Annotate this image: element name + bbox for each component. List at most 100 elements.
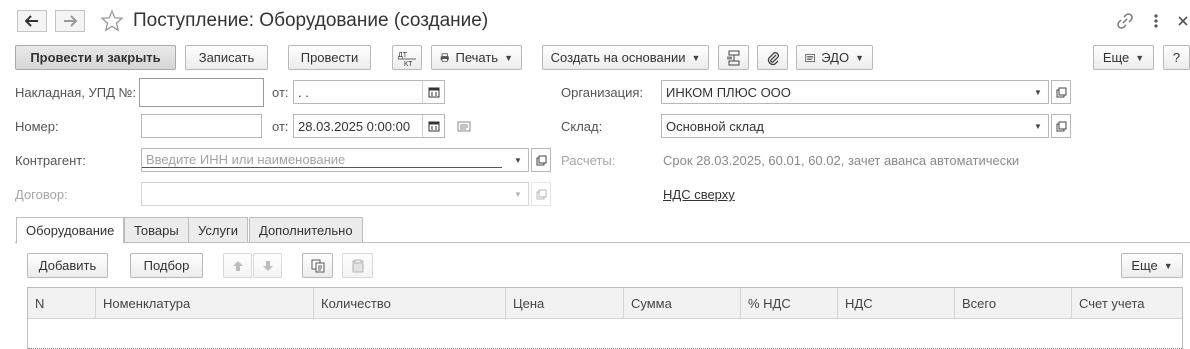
column-header-account[interactable]: Счет учета (1071, 288, 1183, 319)
attach-button[interactable] (757, 45, 788, 70)
column-header-vat[interactable]: НДС (837, 288, 954, 319)
post-and-close-button[interactable]: Провести и закрыть (15, 45, 176, 70)
organization-label: Организация: (561, 85, 644, 100)
comment-lines-icon[interactable] (456, 119, 472, 133)
open-in-window-icon (1056, 121, 1066, 131)
help-label: ? (1172, 50, 1181, 65)
edo-label: ЭДО (821, 50, 850, 65)
tab-services[interactable]: Услуги (188, 217, 248, 243)
open-in-window-icon (536, 155, 546, 165)
create-based-on-button[interactable]: Создать на основании ▼ (542, 45, 709, 70)
document-date-field[interactable]: 28.03.2025 0:00:00 (293, 114, 445, 138)
svg-text:ДТ: ДТ (398, 52, 408, 59)
invoice-date-label: от: (272, 85, 289, 100)
open-warehouse-button[interactable] (1051, 114, 1071, 138)
open-in-window-icon (1056, 87, 1066, 97)
contract-field[interactable]: ▼ (141, 182, 529, 206)
invoice-number-field[interactable] (139, 78, 264, 107)
save-label: Записать (198, 50, 255, 65)
add-row-button[interactable]: Добавить (27, 253, 108, 278)
help-button[interactable]: ? (1163, 45, 1190, 70)
copy-row-button[interactable] (302, 253, 333, 278)
counterparty-field[interactable]: Введите ИНН или наименование ▼ (141, 148, 529, 172)
edo-button[interactable]: ЭДО ▼ (796, 45, 873, 70)
move-up-button[interactable] (223, 253, 252, 278)
tab-additional[interactable]: Дополнительно (249, 217, 363, 243)
column-header-n[interactable]: N (28, 288, 95, 319)
settlements-label: Расчеты: (561, 153, 616, 168)
tab-services-label: Услуги (198, 222, 238, 238)
caret-down-icon: ▼ (1135, 52, 1145, 63)
svg-text:КТ: КТ (404, 61, 413, 67)
vat-on-top-link[interactable]: НДС сверху (663, 187, 735, 202)
table-header: N Номенклатура Количество Цена Сумма % Н… (28, 288, 1182, 319)
warehouse-value: Основной склад (666, 118, 764, 134)
create-based-on-label: Создать на основании (550, 50, 686, 65)
column-header-nomenclature[interactable]: Номенклатура (95, 288, 313, 319)
organization-field[interactable]: ИНКОМ ПЛЮС ООО ▼ (661, 80, 1049, 104)
post-label: Провести (300, 50, 359, 65)
open-counterparty-button[interactable] (531, 148, 551, 172)
counterparty-label: Контрагент: (15, 153, 86, 168)
tab-goods[interactable]: Товары (124, 217, 189, 243)
tab-equipment[interactable]: Оборудование (16, 217, 125, 244)
invoice-date-value: . . (298, 84, 309, 100)
favorite-star-icon[interactable] (100, 9, 124, 33)
column-header-quantity[interactable]: Количество (313, 288, 505, 319)
warehouse-field[interactable]: Основной склад ▼ (661, 114, 1049, 138)
page-title: Поступление: Оборудование (создание) (133, 10, 489, 31)
save-button[interactable]: Записать (185, 45, 268, 70)
tab-additional-label: Дополнительно (259, 222, 353, 238)
print-button[interactable]: Печать ▼ (431, 45, 522, 70)
dt-kt-icon: ДТ КТ (398, 52, 416, 67)
more-label: Еще (1102, 50, 1130, 65)
post-button[interactable]: Провести (288, 45, 371, 70)
printer-icon (440, 53, 449, 62)
document-structure-icon (726, 50, 739, 65)
chevron-down-icon[interactable]: ▼ (1028, 115, 1048, 137)
caret-down-icon: ▼ (855, 52, 864, 63)
open-contract-button[interactable] (531, 182, 551, 206)
column-header-vat-rate[interactable]: % НДС (740, 288, 837, 319)
link-icon[interactable] (1116, 12, 1134, 30)
post-and-close-label: Провести и закрыть (30, 50, 161, 65)
add-row-label: Добавить (38, 258, 97, 273)
structure-button[interactable] (718, 45, 749, 70)
more-button[interactable]: Еще ▼ (1093, 45, 1154, 70)
paste-row-button[interactable] (342, 253, 373, 278)
forward-button[interactable] (55, 10, 85, 32)
arrow-right-icon (64, 15, 77, 27)
selection-button[interactable]: Подбор (130, 253, 203, 278)
selection-label: Подбор (143, 258, 190, 273)
print-label: Печать (455, 50, 499, 65)
settlements-value: Срок 28.03.2025, 60.01, 60.02, зачет ава… (663, 153, 1020, 168)
open-organization-button[interactable] (1051, 80, 1071, 104)
column-header-total[interactable]: Всего (954, 288, 1071, 319)
chevron-down-icon[interactable]: ▼ (508, 149, 528, 171)
calendar-icon[interactable] (422, 115, 444, 137)
open-in-window-icon (536, 189, 546, 199)
warehouse-label: Склад: (561, 119, 603, 134)
close-icon[interactable] (1176, 11, 1190, 31)
more-vertical-icon[interactable] (1151, 11, 1161, 31)
chevron-down-icon[interactable]: ▼ (1028, 81, 1048, 103)
number-date-label: от: (272, 119, 289, 134)
calendar-icon[interactable] (422, 81, 444, 103)
arrow-down-icon (262, 260, 273, 271)
chevron-down-icon[interactable]: ▼ (508, 183, 528, 205)
column-header-sum[interactable]: Сумма (623, 288, 740, 319)
caret-down-icon: ▼ (1163, 260, 1173, 271)
move-down-button[interactable] (253, 253, 282, 278)
table-more-label: Еще (1131, 258, 1158, 273)
tab-goods-label: Товары (134, 222, 179, 238)
back-button[interactable] (17, 10, 47, 32)
table-more-button[interactable]: Еще ▼ (1121, 253, 1183, 278)
invoice-date-field[interactable]: . . (293, 80, 445, 104)
goods-table[interactable]: N Номенклатура Количество Цена Сумма % Н… (27, 287, 1183, 349)
dt-kt-button[interactable]: ДТ КТ (392, 45, 422, 70)
number-field[interactable] (141, 114, 262, 138)
paste-icon (352, 259, 363, 272)
caret-down-icon: ▼ (504, 52, 513, 63)
arrow-left-icon (25, 15, 38, 27)
column-header-price[interactable]: Цена (505, 288, 623, 319)
